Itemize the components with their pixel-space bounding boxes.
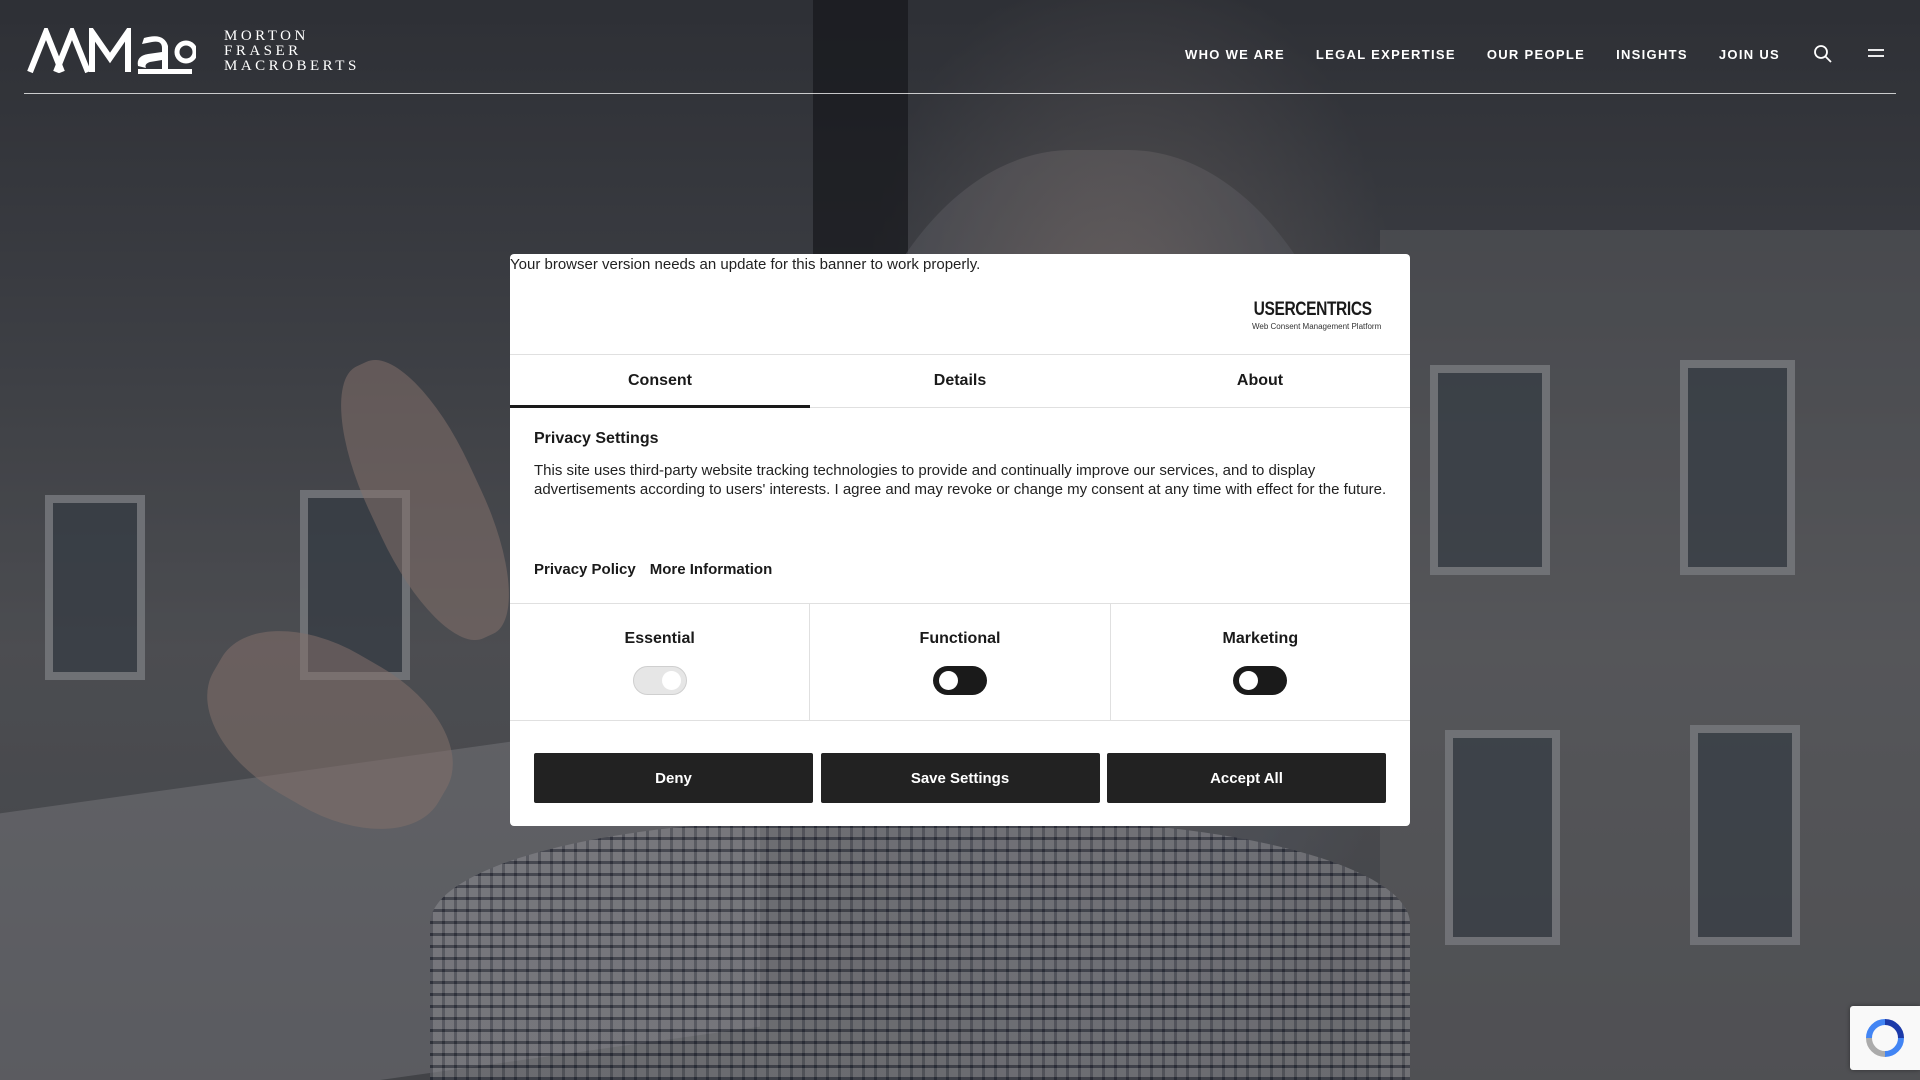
recaptcha-icon: [1866, 1019, 1904, 1057]
category-marketing: Marketing: [1111, 604, 1410, 720]
privacy-settings-heading: Privacy Settings: [534, 430, 659, 447]
privacy-settings-description: This site uses third-party website track…: [534, 462, 1387, 498]
usercentrics-subtitle: Web Consent Management Platform: [1252, 322, 1382, 331]
consent-buttons: Deny Save Settings Accept All: [534, 753, 1386, 803]
privacy-policy-link[interactable]: Privacy Policy: [534, 561, 636, 578]
browser-update-notice: Your browser version needs an update for…: [510, 256, 981, 273]
tab-consent[interactable]: Consent: [510, 355, 810, 408]
logo-text-line: FRASER: [224, 42, 302, 59]
logo-monogram-icon: [27, 28, 196, 74]
nav-item-our-people[interactable]: OUR PEOPLE: [1487, 47, 1585, 62]
usercentrics-logo: USERCENTRICS Web Consent Management Plat…: [1252, 299, 1382, 331]
more-information-link[interactable]: More Information: [650, 561, 773, 578]
site-header: MORTON FRASER MACROBERTS WHO WE ARE LEGA…: [24, 0, 1896, 94]
logo-text: MORTON FRASER MACROBERTS: [224, 27, 360, 74]
consent-content: Privacy Settings This site uses third-pa…: [534, 430, 1390, 499]
category-label: Functional: [919, 630, 1001, 647]
logo-text-line: MORTON: [224, 27, 309, 44]
category-essential: Essential: [510, 604, 811, 720]
main-nav: WHO WE ARE LEGAL EXPERTISE OUR PEOPLE IN…: [1154, 44, 1886, 64]
nav-item-join-us[interactable]: JOIN US: [1719, 47, 1780, 62]
toggle-knob: [1239, 671, 1259, 690]
accept-all-button[interactable]: Accept All: [1107, 753, 1386, 803]
category-functional: Functional: [810, 604, 1111, 720]
usercentrics-title-text: USERCENTRICS: [1253, 299, 1372, 320]
menu-icon[interactable]: [1866, 44, 1886, 64]
save-settings-button[interactable]: Save Settings: [820, 753, 1100, 803]
tab-details[interactable]: Details: [810, 355, 1110, 407]
consent-tabs: Consent Details About: [510, 354, 1410, 408]
functional-toggle[interactable]: [932, 666, 987, 695]
category-label: Essential: [624, 630, 695, 647]
consent-links: Privacy Policy More Information: [534, 561, 786, 578]
consent-categories: Essential Functional Marketing: [510, 603, 1410, 721]
site-logo[interactable]: MORTON FRASER MACROBERTS: [26, 28, 360, 74]
nav-item-who-we-are[interactable]: WHO WE ARE: [1185, 47, 1285, 62]
deny-button[interactable]: Deny: [534, 753, 813, 803]
consent-dialog: Your browser version needs an update for…: [510, 254, 1410, 826]
recaptcha-badge[interactable]: [1850, 1006, 1920, 1070]
search-icon[interactable]: [1813, 44, 1833, 64]
logo-text-line: MACROBERTS: [224, 57, 360, 74]
marketing-toggle[interactable]: [1233, 666, 1288, 695]
nav-item-insights[interactable]: INSIGHTS: [1616, 47, 1688, 62]
nav-item-legal-expertise[interactable]: LEGAL EXPERTISE: [1316, 47, 1456, 62]
toggle-knob: [661, 671, 681, 690]
category-label: Marketing: [1222, 630, 1299, 647]
toggle-knob: [938, 671, 958, 690]
essential-toggle[interactable]: [632, 666, 687, 695]
usercentrics-title: USERCENTRICS: [1252, 299, 1372, 321]
tab-about[interactable]: About: [1110, 355, 1410, 407]
